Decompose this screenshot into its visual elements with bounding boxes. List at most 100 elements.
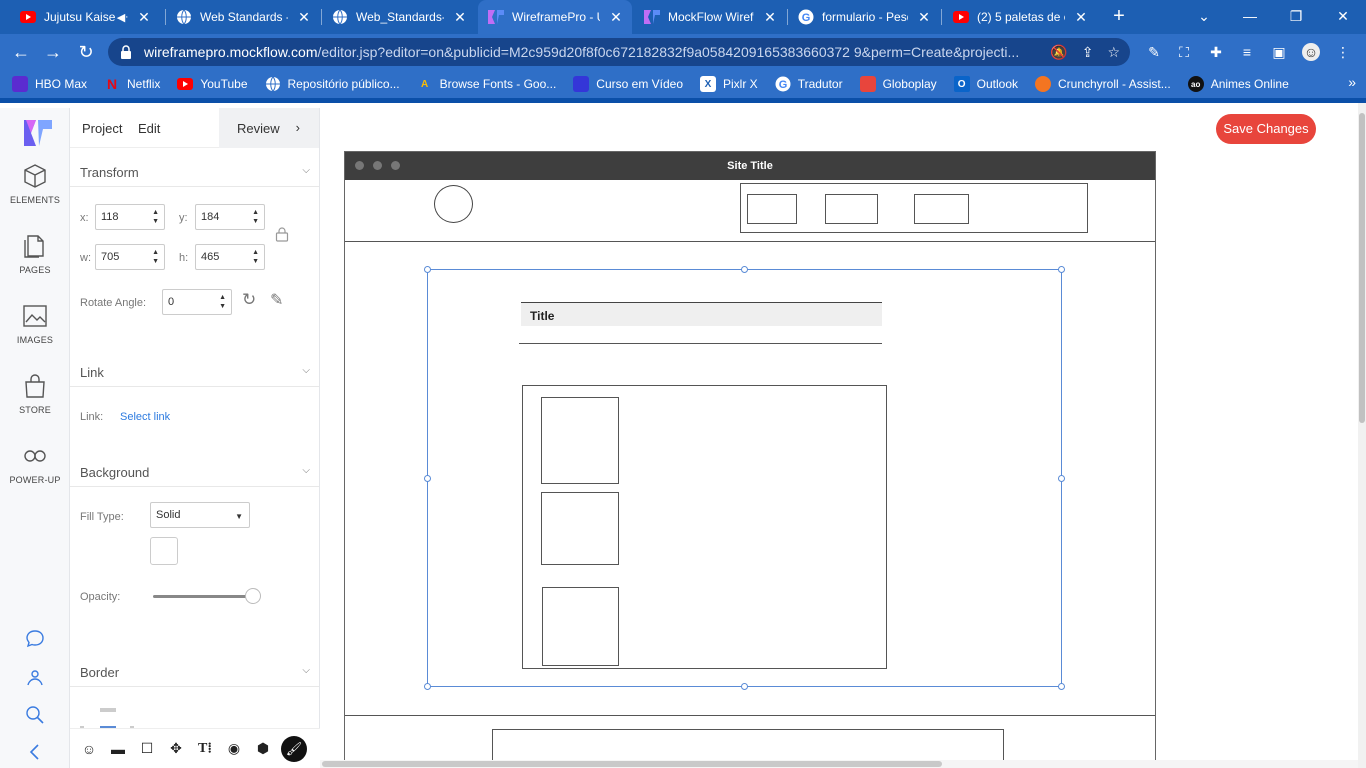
title-heading-block[interactable]: Title [521, 302, 882, 326]
forward-icon[interactable]: → [42, 42, 64, 62]
image-placeholder[interactable] [541, 397, 619, 484]
image-placeholder[interactable] [542, 587, 619, 666]
close-icon[interactable]: ✕ [136, 9, 152, 26]
tab-jujutsu[interactable]: Jujutsu Kaisen ◀ᐧ ✕ [10, 0, 160, 34]
bookmark-star-icon[interactable]: ☆ [1107, 44, 1120, 61]
side-panel-icon[interactable]: ▣ [1270, 43, 1288, 61]
resize-handle[interactable] [1058, 683, 1065, 690]
stepper-icon[interactable]: ▲ ▼ [152, 208, 159, 226]
tab-paletas[interactable]: (2) 5 paletas de c ✕ [943, 0, 1097, 34]
emoji-icon[interactable]: ☺ [78, 738, 100, 760]
bookmark-hbo-max[interactable]: HBO Max [12, 76, 87, 92]
bookmark-outlook[interactable]: O Outlook [953, 76, 1018, 92]
close-icon[interactable]: ✕ [1073, 9, 1089, 26]
collapse-chevron-icon[interactable] [24, 741, 46, 763]
tab-wireframepro[interactable]: WireframePro - U ✕ [478, 0, 632, 34]
bookmark-youtube[interactable]: YouTube [177, 76, 248, 92]
resize-handle[interactable] [1058, 266, 1065, 273]
back-icon[interactable]: ← [10, 42, 32, 62]
rail-store[interactable]: STORE [0, 373, 70, 415]
close-icon[interactable]: ✕ [296, 9, 312, 26]
tab-web-standards-f[interactable]: Web_Standards-F ✕ [322, 0, 476, 34]
bookmark-google-fonts[interactable]: A Browse Fonts - Goo... [417, 76, 556, 92]
tab-review[interactable]: Review › [219, 108, 319, 148]
image-placeholder[interactable] [541, 492, 619, 565]
opacity-slider-track[interactable] [153, 595, 253, 598]
mockflow-logo-icon[interactable] [24, 120, 52, 146]
brush-icon[interactable]: 🖌 [281, 735, 307, 762]
line-tool-icon[interactable]: ▬ [107, 738, 129, 760]
rotate-input[interactable]: 0 ▲ ▼ [162, 289, 232, 315]
eraser-icon[interactable]: ✎ [270, 290, 283, 310]
rotate-icon[interactable]: ↻ [242, 290, 256, 310]
y-input[interactable]: 184 ▲ ▼ [195, 204, 265, 230]
scroll-thumb[interactable] [1359, 113, 1365, 423]
url-text[interactable]: wireframepro.mockflow.com/editor.jsp?edi… [144, 44, 1050, 60]
logo-placeholder[interactable] [434, 185, 473, 223]
border-style-preview[interactable] [100, 708, 116, 712]
stepper-icon[interactable]: ▲ ▼ [252, 248, 259, 266]
tab-web-standards[interactable]: Web Standards - ✕ [166, 0, 320, 34]
resize-handle[interactable] [1058, 475, 1065, 482]
height-input[interactable]: 465 ▲ ▼ [195, 244, 265, 270]
rail-power-up[interactable]: POWER-UP [0, 443, 70, 485]
lock-icon[interactable] [120, 45, 134, 59]
chat-icon[interactable] [24, 628, 46, 650]
extension-pen-icon[interactable]: ✎ [1145, 43, 1163, 61]
share-icon[interactable]: ⇪ [1082, 44, 1094, 61]
address-bar[interactable]: wireframepro.mockflow.com/editor.jsp?edi… [108, 38, 1130, 66]
tab-edit[interactable]: Edit [138, 121, 160, 136]
resize-handle[interactable] [424, 266, 431, 273]
link-header[interactable]: Link ⌵ [80, 365, 310, 380]
tab-mockflow[interactable]: MockFlow Wirefr ✕ [634, 0, 786, 34]
wireframe-browser-frame[interactable]: Site Title Title [344, 151, 1156, 768]
new-tab-button[interactable]: + [1109, 6, 1129, 26]
resize-handle[interactable] [741, 266, 748, 273]
bookmark-tradutor[interactable]: G Tradutor [775, 76, 843, 92]
restore-icon[interactable]: ❐ [1286, 6, 1306, 26]
move-tool-icon[interactable]: ✥ [165, 738, 187, 760]
bookmark-curso-em-video[interactable]: Curso em Vídeo [573, 76, 683, 92]
speaker-icon[interactable]: ◀ᐧ [117, 11, 128, 24]
resize-handle[interactable] [424, 475, 431, 482]
window-close-icon[interactable]: ✕ [1333, 6, 1353, 26]
fill-color-swatch[interactable] [150, 537, 178, 565]
fill-type-select[interactable]: Solid ▼ [150, 502, 250, 528]
bookmark-animes-online[interactable]: ao Animes Online [1187, 76, 1289, 92]
rectangle-tool-icon[interactable]: ☐ [136, 738, 158, 760]
lock-ratio-icon[interactable] [275, 226, 289, 242]
reload-icon[interactable]: ↻ [75, 42, 97, 62]
bookmarks-overflow-icon[interactable]: » [1348, 74, 1356, 90]
text-tool-icon[interactable]: T⁞ [194, 738, 216, 760]
notifications-blocked-icon[interactable]: 🔕 [1050, 44, 1067, 61]
bookmark-crunchyroll[interactable]: Crunchyroll - Assist... [1035, 76, 1171, 92]
rail-elements[interactable]: ELEMENTS [0, 163, 70, 205]
collaborators-icon[interactable] [24, 667, 46, 689]
canvas-vertical-scrollbar[interactable] [1358, 103, 1366, 768]
resize-handle[interactable] [424, 683, 431, 690]
bookmark-globoplay[interactable]: Globoplay [859, 76, 937, 92]
stepper-icon[interactable]: ▲ ▼ [252, 208, 259, 226]
close-icon[interactable]: ✕ [916, 9, 932, 26]
zoom-icon[interactable] [24, 704, 46, 726]
stepper-icon[interactable]: ▲ ▼ [152, 248, 159, 266]
radio-tool-icon[interactable]: ◉ [223, 738, 245, 760]
browser-menu-icon[interactable]: ⋮ [1334, 43, 1352, 61]
x-input[interactable]: 118 ▲ ▼ [95, 204, 165, 230]
extensions-puzzle-icon[interactable]: ✚ [1207, 43, 1225, 61]
canvas-horizontal-scrollbar[interactable] [320, 760, 1358, 768]
background-header[interactable]: Background ⌵ [80, 465, 310, 480]
resize-handle[interactable] [741, 683, 748, 690]
minimize-icon[interactable]: — [1240, 6, 1260, 26]
tab-search-chevron-icon[interactable]: ⌄ [1194, 6, 1214, 26]
rail-pages[interactable]: PAGES [0, 233, 70, 275]
tab-formulario[interactable]: G formulario - Pesq ✕ [788, 0, 940, 34]
opacity-slider-handle[interactable] [245, 588, 261, 604]
scroll-thumb[interactable] [322, 761, 942, 767]
nav-item-box[interactable] [747, 194, 797, 224]
nav-item-box[interactable] [914, 194, 969, 224]
bookmark-repositorio[interactable]: Repositório público... [265, 76, 400, 92]
close-icon[interactable]: ✕ [452, 9, 468, 26]
profile-avatar[interactable]: ☺ [1302, 43, 1320, 61]
border-header[interactable]: Border ⌵ [80, 665, 310, 680]
